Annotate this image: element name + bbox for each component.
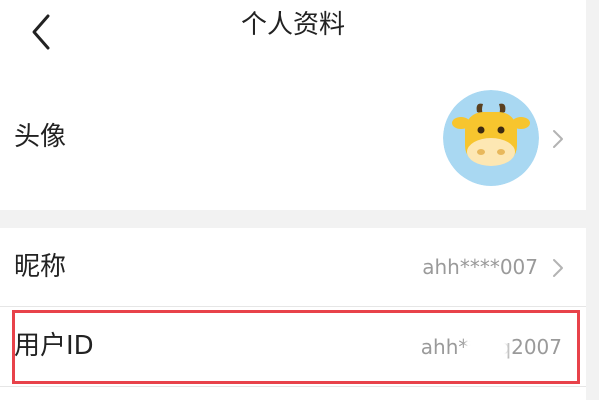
avatar-row-label: 头像	[14, 122, 67, 152]
nickname-row-label: 昵称	[14, 252, 67, 282]
page-title: 个人资料	[240, 10, 345, 40]
redaction-blur	[466, 334, 508, 362]
chevron-right-icon	[553, 130, 563, 148]
header-and-avatar-panel: 个人资料 头像	[0, 0, 586, 210]
row-divider	[0, 386, 586, 387]
cow-avatar-icon	[443, 90, 539, 186]
avatar[interactable]	[443, 90, 539, 186]
user-id-row-label: 用户ID	[14, 331, 94, 361]
nickname-value: ahh****007	[422, 255, 538, 279]
right-edge-strip	[586, 0, 599, 400]
profile-screen: 个人资料 头像 昵称 ahh****007 用户ID	[0, 0, 599, 400]
chevron-right-icon	[553, 259, 563, 277]
row-divider	[0, 306, 586, 307]
